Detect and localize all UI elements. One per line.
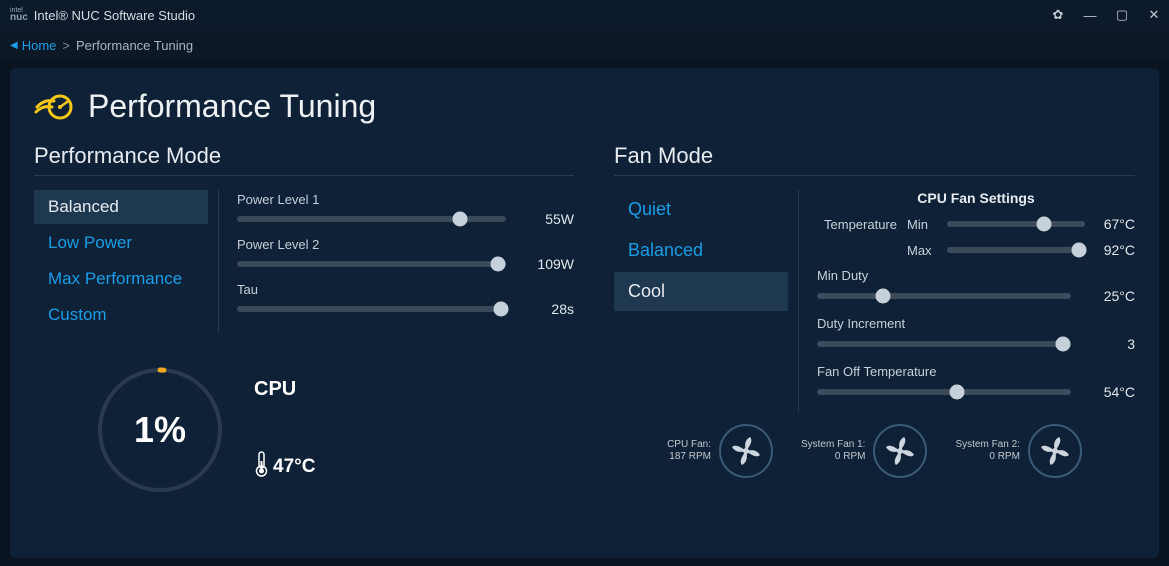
system-fan-2-name: System Fan 2: <box>955 439 1019 451</box>
system-fan-1-rpm: 0 RPM <box>801 451 865 463</box>
tau-label: Tau <box>237 282 574 297</box>
main-card: Performance Tuning Performance Mode Bala… <box>10 68 1159 558</box>
speed-gauge-icon <box>34 93 74 121</box>
minimize-button[interactable]: — <box>1083 8 1097 23</box>
maximize-button[interactable]: ▢ <box>1115 7 1129 23</box>
max-label: Max <box>907 243 937 258</box>
tab-fan-balanced[interactable]: Balanced <box>614 231 788 270</box>
power-level-1-label: Power Level 1 <box>237 192 574 207</box>
tab-quiet[interactable]: Quiet <box>614 190 788 229</box>
cpu-temp-value: 47°C <box>273 456 315 478</box>
fan-off-temp-label: Fan Off Temperature <box>817 364 1135 379</box>
tau-value: 28s <box>524 301 574 317</box>
power-level-1-value: 55W <box>524 211 574 227</box>
min-duty-slider[interactable] <box>817 293 1071 299</box>
breadcrumb-current: Performance Tuning <box>76 38 193 53</box>
titlebar: intel nuc Intel® NUC Software Studio ✿ —… <box>0 0 1169 30</box>
breadcrumb-home[interactable]: Home <box>22 38 57 53</box>
performance-mode-tabs: Balanced Low Power Max Performance Custo… <box>34 190 219 332</box>
thermometer-icon <box>254 451 269 483</box>
cpu-usage-value: 1% <box>134 409 186 451</box>
temp-min-slider[interactable] <box>947 221 1085 227</box>
duty-increment-value: 3 <box>1085 336 1135 352</box>
back-caret-icon[interactable]: ◀ <box>10 40 18 51</box>
cpu-usage-gauge: 1% <box>90 360 230 500</box>
power-level-2-label: Power Level 2 <box>237 237 574 252</box>
duty-increment-label: Duty Increment <box>817 316 1135 331</box>
tab-low-power[interactable]: Low Power <box>34 226 208 260</box>
system-fan-2-rpm: 0 RPM <box>955 451 1019 463</box>
power-level-2-value: 109W <box>524 256 574 272</box>
fan-icon <box>719 424 773 478</box>
app-title: Intel® NUC Software Studio <box>34 8 195 23</box>
temp-max-slider[interactable] <box>947 247 1085 253</box>
cpu-label: CPU <box>254 378 315 401</box>
breadcrumb: ◀ Home > Performance Tuning <box>0 30 1169 60</box>
temp-min-value: 67°C <box>1095 216 1135 232</box>
system-fan-2-badge: System Fan 2: 0 RPM <box>955 424 1081 478</box>
min-duty-label: Min Duty <box>817 268 1135 283</box>
settings-icon[interactable]: ✿ <box>1051 7 1065 23</box>
fan-badges: CPU Fan: 187 RPM <box>614 424 1135 478</box>
fan-off-temp-slider[interactable] <box>817 389 1071 395</box>
tau-slider[interactable] <box>237 306 506 312</box>
tab-custom[interactable]: Custom <box>34 298 208 332</box>
system-fan-1-name: System Fan 1: <box>801 439 865 451</box>
tab-max-performance[interactable]: Max Performance <box>34 262 208 296</box>
fan-mode-title: Fan Mode <box>614 143 1135 176</box>
cpu-fan-settings-title: CPU Fan Settings <box>817 190 1135 206</box>
nuc-logo: intel nuc <box>8 8 34 23</box>
tab-cool[interactable]: Cool <box>614 272 788 311</box>
system-fan-1-badge: System Fan 1: 0 RPM <box>801 424 927 478</box>
cpu-fan-rpm: 187 RPM <box>667 451 711 463</box>
cpu-fan-name: CPU Fan: <box>667 439 711 451</box>
fan-icon <box>873 424 927 478</box>
min-label: Min <box>907 217 937 232</box>
temperature-label: Temperature <box>817 217 897 232</box>
page-title: Performance Tuning <box>88 88 376 125</box>
temp-max-value: 92°C <box>1095 242 1135 258</box>
tab-balanced[interactable]: Balanced <box>34 190 208 224</box>
performance-mode-title: Performance Mode <box>34 143 574 176</box>
power-level-2-slider[interactable] <box>237 261 506 267</box>
duty-increment-slider[interactable] <box>817 341 1071 347</box>
close-button[interactable]: ✕ <box>1147 7 1161 23</box>
min-duty-value: 25°C <box>1085 288 1135 304</box>
fan-mode-tabs: Quiet Balanced Cool <box>614 190 799 412</box>
fan-icon <box>1028 424 1082 478</box>
cpu-fan-badge: CPU Fan: 187 RPM <box>667 424 773 478</box>
fan-off-temp-value: 54°C <box>1085 384 1135 400</box>
power-level-1-slider[interactable] <box>237 216 506 222</box>
